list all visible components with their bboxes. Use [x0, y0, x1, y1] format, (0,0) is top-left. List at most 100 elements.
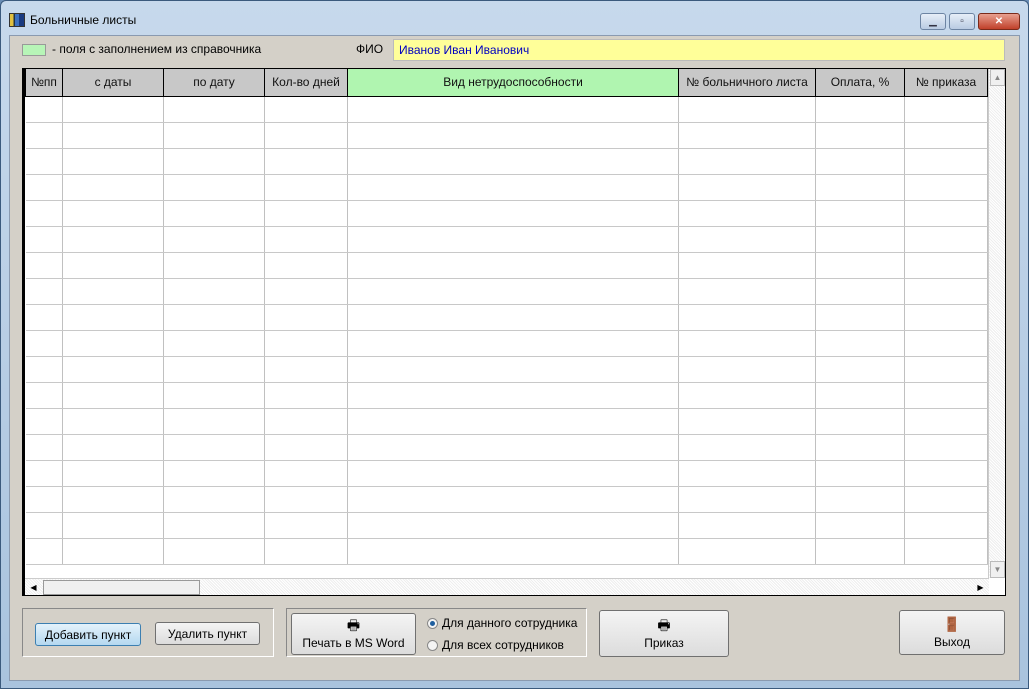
table-cell[interactable]	[264, 96, 348, 123]
table-cell[interactable]	[815, 226, 905, 253]
table-cell[interactable]	[904, 408, 988, 435]
table-row[interactable]	[25, 122, 988, 149]
table-cell[interactable]	[347, 512, 679, 539]
table-cell[interactable]	[347, 226, 679, 253]
table-cell[interactable]	[62, 356, 164, 383]
table-cell[interactable]	[62, 408, 164, 435]
table-cell[interactable]	[264, 512, 348, 539]
table-cell[interactable]	[815, 382, 905, 409]
table-cell[interactable]	[904, 382, 988, 409]
table-cell[interactable]	[815, 278, 905, 305]
table-cell[interactable]	[25, 538, 63, 565]
table-row[interactable]	[25, 538, 988, 565]
table-cell[interactable]	[25, 122, 63, 149]
table-cell[interactable]	[904, 356, 988, 383]
horizontal-scrollbar[interactable]: ◀ ▶	[25, 578, 989, 595]
table-cell[interactable]	[264, 174, 348, 201]
table-cell[interactable]	[62, 148, 164, 175]
table-cell[interactable]	[264, 356, 348, 383]
table-cell[interactable]	[62, 200, 164, 227]
table-row[interactable]	[25, 486, 988, 513]
table-cell[interactable]	[62, 382, 164, 409]
table-cell[interactable]	[678, 304, 816, 331]
minimize-button[interactable]: ▁	[920, 13, 946, 30]
radio-this-employee[interactable]: Для данного сотрудника	[427, 616, 577, 630]
add-item-button[interactable]: Добавить пункт	[35, 623, 141, 646]
table-cell[interactable]	[25, 330, 63, 357]
table-cell[interactable]	[678, 434, 816, 461]
table-cell[interactable]	[62, 278, 164, 305]
radio-circle-selected[interactable]	[427, 617, 438, 629]
column-header-disability-type[interactable]: Вид нетрудоспособности	[347, 69, 679, 97]
table-cell[interactable]	[815, 460, 905, 487]
table-cell[interactable]	[62, 434, 164, 461]
print-word-button[interactable]: 🖶 Печать в MS Word	[291, 613, 416, 655]
table-cell[interactable]	[163, 252, 265, 279]
table-cell[interactable]	[163, 226, 265, 253]
table-cell[interactable]	[904, 174, 988, 201]
table-cell[interactable]	[163, 538, 265, 565]
sick-leave-grid[interactable]: №пп с даты по дату Кол-во дней Вид нетру…	[22, 68, 1006, 596]
table-cell[interactable]	[347, 330, 679, 357]
column-header-from-date[interactable]: с даты	[62, 69, 164, 97]
table-cell[interactable]	[25, 174, 63, 201]
table-cell[interactable]	[264, 382, 348, 409]
table-cell[interactable]	[347, 174, 679, 201]
table-cell[interactable]	[347, 304, 679, 331]
table-cell[interactable]	[163, 356, 265, 383]
table-cell[interactable]	[163, 434, 265, 461]
table-cell[interactable]	[163, 148, 265, 175]
table-cell[interactable]	[678, 148, 816, 175]
table-cell[interactable]	[62, 330, 164, 357]
table-cell[interactable]	[815, 512, 905, 539]
table-row[interactable]	[25, 174, 988, 201]
table-cell[interactable]	[904, 226, 988, 253]
table-cell[interactable]	[62, 174, 164, 201]
table-cell[interactable]	[347, 148, 679, 175]
radio-all-employees[interactable]: Для всех сотрудников	[427, 638, 564, 652]
table-cell[interactable]	[678, 460, 816, 487]
table-cell[interactable]	[347, 96, 679, 123]
table-cell[interactable]	[347, 434, 679, 461]
table-row[interactable]	[25, 278, 988, 305]
table-cell[interactable]	[264, 278, 348, 305]
exit-button[interactable]: 🚪 Выход	[899, 610, 1005, 655]
table-cell[interactable]	[264, 408, 348, 435]
table-cell[interactable]	[678, 174, 816, 201]
horizontal-scroll-thumb[interactable]	[43, 580, 200, 595]
table-cell[interactable]	[347, 382, 679, 409]
table-cell[interactable]	[62, 122, 164, 149]
table-cell[interactable]	[815, 356, 905, 383]
table-cell[interactable]	[904, 512, 988, 539]
table-cell[interactable]	[678, 226, 816, 253]
column-header-payment[interactable]: Оплата, %	[815, 69, 905, 97]
table-cell[interactable]	[678, 252, 816, 279]
table-cell[interactable]	[815, 200, 905, 227]
table-row[interactable]	[25, 148, 988, 175]
table-cell[interactable]	[815, 538, 905, 565]
table-row[interactable]	[25, 252, 988, 279]
table-cell[interactable]	[347, 252, 679, 279]
table-row[interactable]	[25, 200, 988, 227]
table-cell[interactable]	[25, 408, 63, 435]
table-cell[interactable]	[904, 460, 988, 487]
table-row[interactable]	[25, 226, 988, 253]
table-cell[interactable]	[347, 460, 679, 487]
table-cell[interactable]	[904, 148, 988, 175]
table-cell[interactable]	[163, 382, 265, 409]
table-row[interactable]	[25, 460, 988, 487]
table-cell[interactable]	[815, 148, 905, 175]
column-header-sick-leave-number[interactable]: № больничного листа	[678, 69, 816, 97]
table-cell[interactable]	[678, 200, 816, 227]
table-cell[interactable]	[62, 486, 164, 513]
table-cell[interactable]	[678, 278, 816, 305]
table-cell[interactable]	[62, 460, 164, 487]
table-cell[interactable]	[163, 278, 265, 305]
delete-item-button[interactable]: Удалить пункт	[155, 622, 260, 645]
table-cell[interactable]	[163, 460, 265, 487]
table-cell[interactable]	[815, 96, 905, 123]
table-cell[interactable]	[904, 538, 988, 565]
table-cell[interactable]	[264, 226, 348, 253]
table-cell[interactable]	[264, 460, 348, 487]
table-row[interactable]	[25, 356, 988, 383]
